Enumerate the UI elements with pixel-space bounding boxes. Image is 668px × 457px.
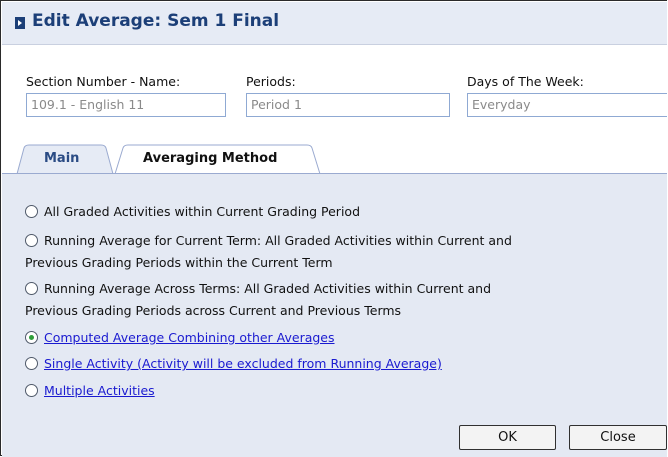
radio-icon[interactable] <box>25 357 38 370</box>
option-single-activity[interactable]: Single Activity (Activity will be exclud… <box>25 356 442 371</box>
radio-icon[interactable] <box>25 205 38 218</box>
option-label-continuation: Previous Grading Periods within the Curr… <box>25 255 333 270</box>
tab-averaging-method[interactable]: Averaging Method <box>143 151 277 166</box>
title-bar: Edit Average: Sem 1 Final <box>2 2 667 45</box>
section-field[interactable]: 109.1 - English 11 <box>26 93 226 117</box>
close-button[interactable]: Close <box>569 425 667 450</box>
radio-icon[interactable] <box>25 384 38 397</box>
radio-icon[interactable] <box>25 234 38 247</box>
section-label: Section Number - Name: <box>26 74 181 89</box>
option-running-average-across-terms[interactable]: Running Average Across Terms: All Graded… <box>25 281 491 296</box>
days-field[interactable]: Everyday <box>467 93 667 117</box>
dialog-window: Edit Average: Sem 1 Final Section Number… <box>0 0 667 457</box>
option-link[interactable]: Computed Average Combining other Average… <box>44 330 335 345</box>
option-link[interactable]: Single Activity (Activity will be exclud… <box>44 356 442 371</box>
tab-main[interactable]: Main <box>44 151 79 166</box>
option-running-average-current-term[interactable]: Running Average for Current Term: All Gr… <box>25 233 512 248</box>
dialog-arrow-icon <box>15 17 25 29</box>
radio-icon[interactable] <box>25 282 38 295</box>
periods-field[interactable]: Period 1 <box>246 93 450 117</box>
option-label-continuation: Previous Grading Periods across Current … <box>25 303 402 318</box>
option-current-grading-period[interactable]: All Graded Activities within Current Gra… <box>25 204 360 219</box>
option-label: Running Average Across Terms: All Graded… <box>44 281 492 296</box>
radio-selected-icon[interactable] <box>25 331 38 344</box>
option-link[interactable]: Multiple Activities <box>44 383 155 398</box>
option-computed-average[interactable]: Computed Average Combining other Average… <box>25 330 335 345</box>
ok-button[interactable]: OK <box>459 425 556 450</box>
option-label: Running Average for Current Term: All Gr… <box>44 233 512 248</box>
option-label: All Graded Activities within Current Gra… <box>44 204 360 219</box>
days-label: Days of The Week: <box>467 74 584 89</box>
periods-label: Periods: <box>246 74 296 89</box>
dialog-title: Edit Average: Sem 1 Final <box>32 11 280 31</box>
tab-bar: Main Averaging Method <box>2 144 667 175</box>
option-multiple-activities[interactable]: Multiple Activities <box>25 383 155 398</box>
tab-shapes <box>2 144 667 175</box>
